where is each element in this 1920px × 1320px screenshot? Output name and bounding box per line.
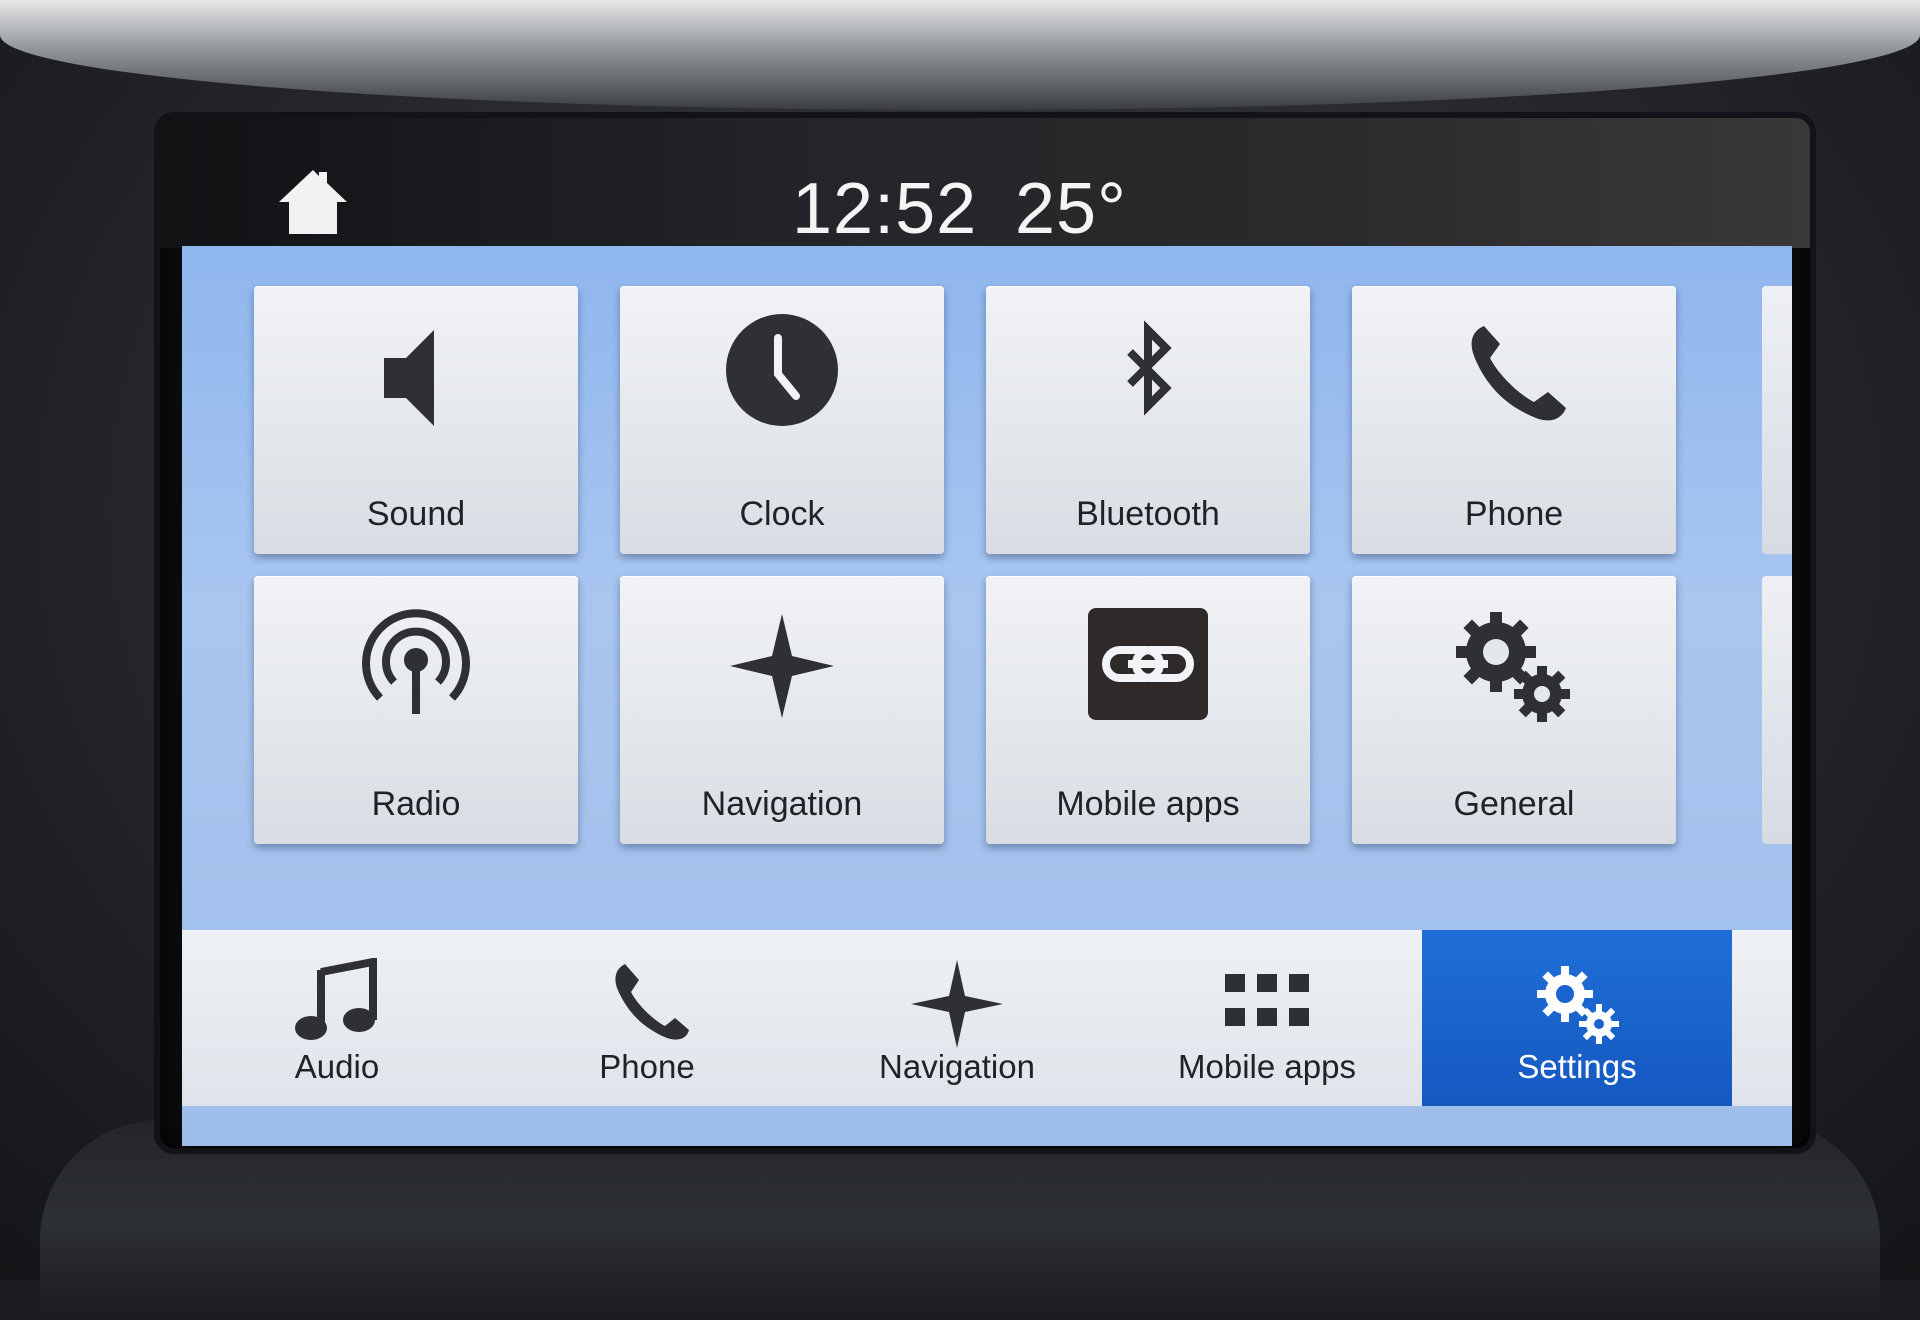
bluetooth-icon [1127, 320, 1172, 416]
tile-label: Bluetooth [1076, 495, 1220, 533]
phone-icon [615, 964, 689, 1040]
bottom-nav-bar: Audio Phone Navigation Mobile apps Setti… [182, 930, 1792, 1106]
infotainment-screen: 12:52 25° Sound Clock Bluetooth Phone Ra… [160, 118, 1810, 1148]
tile-label: Clock [739, 495, 825, 533]
nav-label: Mobile apps [1178, 1048, 1356, 1085]
tile-navigation[interactable]: Navigation [620, 576, 944, 844]
status-bar: 12:52 25° [160, 118, 1810, 249]
phone-icon [1471, 326, 1566, 421]
nav-label: Audio [294, 1048, 380, 1085]
nav-mobile-apps[interactable]: Mobile apps [1112, 930, 1422, 1106]
speaker-icon [384, 330, 434, 426]
tile-general[interactable]: General [1352, 576, 1676, 844]
clock-icon [726, 314, 838, 426]
tile-sound[interactable]: Sound [254, 286, 578, 554]
tile-clock[interactable]: Clock [620, 286, 944, 554]
tile-radio[interactable]: Radio [254, 576, 578, 844]
bezel-bottom [40, 1120, 1880, 1320]
nav-label: Settings [1517, 1048, 1637, 1085]
tile-phone[interactable]: Phone [1352, 286, 1676, 554]
navigation-star-icon [730, 614, 834, 718]
home-icon[interactable] [275, 166, 351, 238]
nav-label: Phone [599, 1048, 695, 1085]
navigation-star-icon [911, 960, 1003, 1048]
tile-label: General [1453, 785, 1575, 823]
nav-settings[interactable]: Settings [1422, 930, 1732, 1106]
dashboard-bezel: 12:52 25° Sound Clock Bluetooth Phone Ra… [0, 0, 1920, 1320]
next-page-tile-edge [1762, 286, 1792, 554]
tile-label: Radio [371, 785, 461, 823]
gears-icon [1456, 612, 1570, 722]
tile-bluetooth[interactable]: Bluetooth [986, 286, 1310, 554]
music-note-icon [295, 958, 377, 1040]
gears-icon [1537, 966, 1619, 1044]
tile-label: Mobile apps [1056, 785, 1240, 823]
tile-label: Navigation [701, 785, 863, 823]
outside-temperature: 25° [1015, 169, 1127, 249]
radio-antenna-icon [362, 609, 470, 714]
next-page-tile-edge [1762, 576, 1792, 844]
tile-mobile-apps[interactable]: Mobile apps [986, 576, 1310, 844]
tile-label: Phone [1464, 495, 1564, 533]
clock-time: 12:52 [792, 169, 978, 249]
nav-phone[interactable]: Phone [492, 930, 802, 1106]
bezel-top [0, 0, 1920, 110]
nav-navigation[interactable]: Navigation [802, 930, 1112, 1106]
tile-label: Sound [366, 495, 466, 533]
link-icon [1088, 608, 1208, 720]
nav-label: Navigation [879, 1048, 1035, 1085]
apps-grid-icon [1225, 974, 1309, 1026]
nav-audio[interactable]: Audio [182, 930, 492, 1106]
